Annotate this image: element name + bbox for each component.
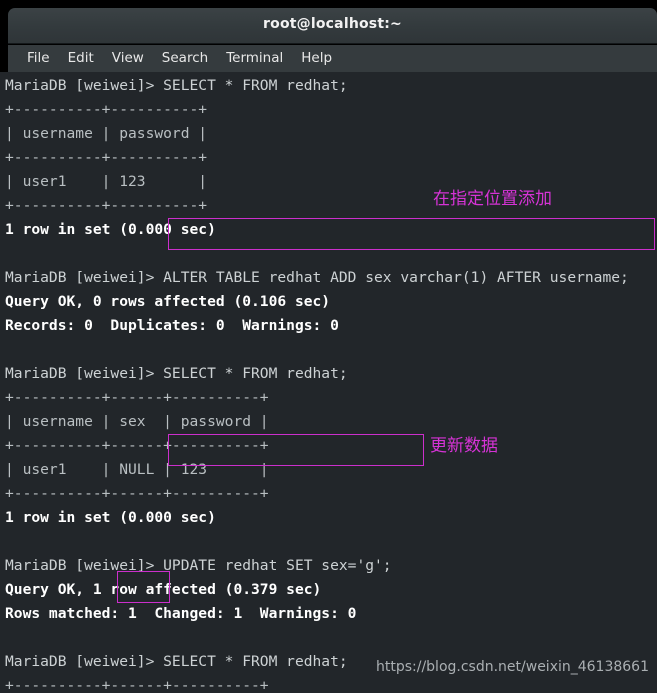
terminal-line: +----------+------+----------+	[5, 485, 269, 502]
menu-item-file[interactable]: File	[18, 49, 59, 67]
terminal-line: MariaDB [weiwei]> SELECT * FROM redhat;	[5, 365, 348, 382]
terminal-line: | user1 | NULL | 123 |	[5, 461, 269, 478]
menu-item-edit[interactable]: Edit	[59, 49, 103, 67]
terminal-line: +----------+------+----------+	[5, 437, 269, 454]
terminal-line: Records: 0 Duplicates: 0 Warnings: 0	[5, 317, 339, 334]
menu-item-terminal[interactable]: Terminal	[217, 49, 292, 67]
terminal-line: 1 row in set (0.000 sec)	[5, 221, 216, 238]
terminal-line: MariaDB [weiwei]> ALTER TABLE redhat ADD…	[5, 269, 629, 286]
terminal-window: root@localhost:~ File Edit View Search T…	[0, 0, 657, 693]
terminal-line: | username | password |	[5, 125, 208, 142]
menu-item-search[interactable]: Search	[153, 49, 217, 67]
menu-bar: File Edit View Search Terminal Help	[8, 45, 657, 72]
terminal-line: Rows matched: 1 Changed: 1 Warnings: 0	[5, 605, 357, 622]
add-column-annotation: 在指定位置添加	[433, 189, 552, 209]
terminal-line: +----------+------+----------+	[5, 389, 269, 406]
window-title: root@localhost:~	[263, 16, 402, 32]
menu-items: File Edit View Search Terminal Help	[18, 49, 341, 67]
terminal-line: 1 row in set (0.000 sec)	[5, 509, 216, 526]
terminal-line: Query OK, 0 rows affected (0.106 sec)	[5, 293, 331, 310]
update-data-annotation: 更新数据	[430, 436, 498, 456]
terminal-line: +----------+----------+	[5, 101, 208, 118]
terminal-line: | user1 | 123 |	[5, 173, 208, 190]
watermark-url: https://blog.csdn.net/weixin_46138661	[375, 659, 649, 675]
window-titlebar[interactable]: root@localhost:~	[8, 8, 657, 44]
terminal-line: | username | sex | password |	[5, 413, 269, 430]
terminal-body[interactable]: MariaDB [weiwei]> SELECT * FROM redhat; +…	[0, 72, 657, 693]
terminal-line: Query OK, 1 row affected (0.379 sec)	[5, 581, 322, 598]
terminal-screen: MariaDB [weiwei]> SELECT * FROM redhat; +…	[5, 74, 657, 693]
terminal-line: MariaDB [weiwei]> SELECT * FROM redhat;	[5, 77, 348, 94]
terminal-line: MariaDB [weiwei]> UPDATE redhat SET sex=…	[5, 557, 392, 574]
terminal-line: +----------+----------+	[5, 149, 208, 166]
terminal-line: +----------+------+----------+	[5, 677, 269, 693]
menu-item-view[interactable]: View	[103, 49, 153, 67]
menu-item-help[interactable]: Help	[292, 49, 341, 67]
terminal-line: +----------+----------+	[5, 197, 208, 214]
